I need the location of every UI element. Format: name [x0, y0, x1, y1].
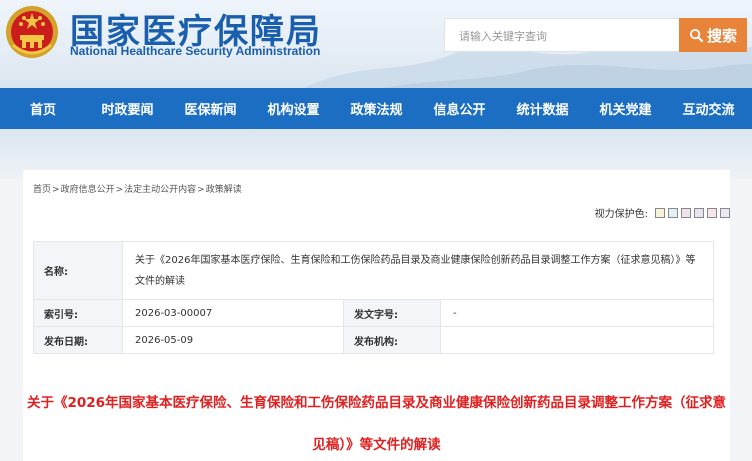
breadcrumb-home[interactable]: 首页 — [33, 185, 51, 195]
nav-item-party[interactable]: 机关党建 — [584, 88, 667, 129]
main-nav: 首页 时政要闻 医保新闻 机构设置 政策法规 信息公开 统计数据 机关党建 互动… — [0, 88, 752, 129]
search-input[interactable]: 请输入关键字查询 — [444, 18, 679, 52]
name-label: 名称: — [33, 241, 123, 300]
date-value: 2026-05-09 — [122, 326, 344, 354]
nav-item-policy[interactable]: 政策法规 — [335, 88, 418, 129]
breadcrumb: 首页>政府信息公开>法定主动公开内容>政策解读 — [33, 182, 242, 195]
vision-label: 视力保护色: — [594, 209, 648, 220]
color-swatch-5[interactable] — [707, 207, 717, 218]
nav-item-interaction[interactable]: 互动交流 — [667, 88, 750, 129]
color-swatch-1[interactable] — [655, 207, 665, 218]
search-button[interactable]: 搜索 — [679, 18, 747, 52]
nav-item-news[interactable]: 医保新闻 — [169, 88, 252, 129]
date-label: 发布日期: — [33, 326, 123, 354]
site-header: 国家医疗保障局 National Healthcare Security Adm… — [0, 0, 752, 88]
nav-item-politics[interactable]: 时政要闻 — [86, 88, 169, 129]
nav-item-organization[interactable]: 机构设置 — [252, 88, 335, 129]
breadcrumb-separator: > — [197, 185, 205, 195]
org-label: 发布机构: — [343, 326, 441, 354]
color-swatch-6[interactable] — [720, 207, 730, 218]
national-emblem-icon — [6, 6, 58, 58]
site-subtitle: National Healthcare Security Administrat… — [70, 44, 321, 58]
metadata-table: 名称: 关于《2026年国家基本医疗保险、生育保险和工伤保险药品目录及商业健康保… — [33, 241, 714, 354]
index-value: 2026-03-00007 — [122, 299, 344, 327]
table-row: 索引号: 2026-03-00007 发文字号: - — [33, 299, 714, 327]
breadcrumb-legal[interactable]: 法定主动公开内容 — [124, 185, 196, 195]
color-swatch-2[interactable] — [668, 207, 678, 218]
issuer-value: - — [440, 299, 714, 327]
index-label: 索引号: — [33, 299, 123, 327]
breadcrumb-interpretation[interactable]: 政策解读 — [206, 185, 242, 195]
color-swatch-4[interactable] — [694, 207, 704, 218]
issuer-label: 发文字号: — [343, 299, 441, 327]
search-icon — [689, 28, 704, 42]
table-row: 名称: 关于《2026年国家基本医疗保险、生育保险和工伤保险药品目录及商业健康保… — [33, 241, 714, 300]
nav-item-statistics[interactable]: 统计数据 — [501, 88, 584, 129]
breadcrumb-separator: > — [52, 185, 60, 195]
color-swatch-3[interactable] — [681, 207, 691, 218]
content-panel: 首页>政府信息公开>法定主动公开内容>政策解读 视力保护色: 名称: 关于《20… — [23, 170, 730, 461]
table-row: 发布日期: 2026-05-09 发布机构: — [33, 326, 714, 354]
name-value: 关于《2026年国家基本医疗保险、生育保险和工伤保险药品目录及商业健康保险创新药… — [122, 241, 714, 300]
org-value — [440, 326, 714, 354]
vision-protection: 视力保护色: — [595, 205, 730, 220]
article-title: 关于《2026年国家基本医疗保险、生育保险和工伤保险药品目录及商业健康保险创新药… — [26, 395, 727, 453]
nav-item-home[interactable]: 首页 — [0, 88, 86, 129]
nav-item-disclosure[interactable]: 信息公开 — [418, 88, 501, 129]
breadcrumb-separator: > — [115, 185, 124, 195]
search-button-label: 搜索 — [706, 26, 737, 45]
breadcrumb-disclosure[interactable]: 政府信息公开 — [61, 185, 115, 195]
